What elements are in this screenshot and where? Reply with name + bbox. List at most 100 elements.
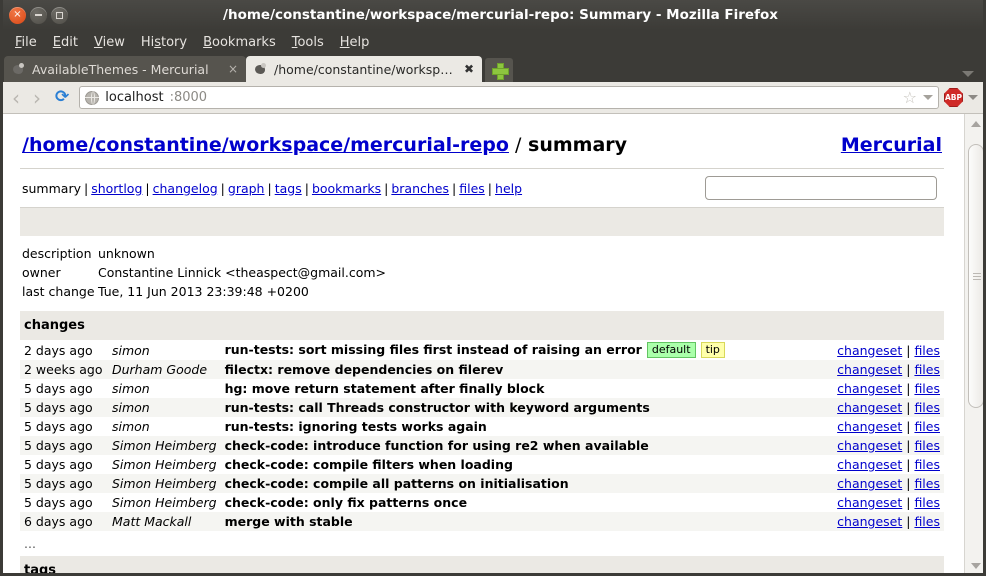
- table-row: 6 days ago Matt Mackall merge with stable c…: [20, 512, 944, 531]
- changeset-link[interactable]: changeset: [837, 419, 902, 434]
- window-minimize-button[interactable]: [30, 6, 47, 24]
- browser-tab-1[interactable]: /home/constantine/worksp… ✖: [246, 56, 482, 82]
- change-age: 5 days ago: [24, 438, 93, 453]
- meta-value: Constantine Linnick <theaspect@gmail.com…: [98, 265, 387, 280]
- changeset-link[interactable]: changeset: [837, 343, 902, 358]
- changeset-link[interactable]: changeset: [837, 381, 902, 396]
- nav-item-branches[interactable]: branches: [391, 181, 449, 196]
- table-row: 5 days ago simon hg: move return statement…: [20, 379, 944, 398]
- change-links: changeset | files: [833, 417, 944, 436]
- nav-sep: |: [83, 180, 89, 196]
- change-age: 5 days ago: [24, 419, 93, 434]
- back-button[interactable]: ‹: [8, 88, 24, 108]
- nav-item-help[interactable]: help: [495, 181, 522, 196]
- scroll-down-button[interactable]: [967, 558, 985, 574]
- window-left-edge: [0, 0, 3, 576]
- menu-view[interactable]: View: [86, 33, 133, 52]
- tab-list-chevron-down-icon[interactable]: [962, 71, 974, 77]
- change-author: Matt Mackall: [112, 514, 192, 529]
- change-description: run-tests: call Threads constructor with…: [224, 400, 650, 415]
- menu-bookmarks[interactable]: Bookmarks: [195, 33, 284, 52]
- nav-item-files[interactable]: files: [459, 181, 485, 196]
- files-link[interactable]: files: [914, 343, 940, 358]
- window-maximize-button[interactable]: [51, 6, 68, 24]
- hg-nav-row: summary | shortlog | changelog | graph | tags | bo…: [20, 168, 944, 208]
- files-link[interactable]: files: [914, 438, 940, 453]
- new-tab-button[interactable]: [485, 58, 513, 82]
- link-separator: |: [902, 342, 915, 358]
- link-separator: |: [902, 438, 915, 453]
- window-close-button[interactable]: ×: [9, 6, 26, 24]
- tag-badge: tip: [700, 342, 725, 358]
- change-links: changeset | files: [833, 360, 944, 379]
- meta-key: last change: [22, 284, 95, 299]
- change-author: Durham Goode: [112, 362, 208, 377]
- nav-item-summary: summary: [22, 180, 81, 196]
- bookmark-star-icon[interactable]: ☆: [903, 89, 917, 106]
- menu-file[interactable]: File: [7, 33, 45, 52]
- scroll-up-button[interactable]: [967, 116, 985, 132]
- nav-item-changelog[interactable]: changelog: [153, 181, 218, 196]
- tab-close-icon[interactable]: ✖: [464, 63, 474, 75]
- change-age: 5 days ago: [24, 381, 93, 396]
- toolbar-overflow-chevron-down-icon[interactable]: [968, 95, 978, 100]
- globe-icon: [85, 90, 100, 105]
- files-link[interactable]: files: [914, 381, 940, 396]
- table-row: 5 days ago simon run-tests: call Threads c…: [20, 398, 944, 417]
- change-links: changeset | files: [833, 398, 944, 417]
- adblock-plus-icon[interactable]: ABP: [944, 88, 963, 107]
- header-band: [20, 208, 944, 236]
- files-link[interactable]: files: [914, 457, 940, 472]
- table-row: 5 days ago Simon Heimberg check-code: only…: [20, 493, 944, 512]
- nav-item-graph[interactable]: graph: [228, 181, 265, 196]
- triangle-up-icon: [970, 121, 981, 127]
- nav-sep: |: [267, 180, 272, 196]
- tab-close-icon[interactable]: ×: [228, 63, 238, 75]
- nav-item-tags[interactable]: tags: [275, 181, 302, 196]
- change-age: 6 days ago: [24, 514, 93, 529]
- menu-history[interactable]: History: [133, 33, 195, 52]
- window-title: /home/constantine/workspace/mercurial-re…: [0, 7, 986, 23]
- browser-tab-0[interactable]: AvailableThemes - Mercurial ×: [4, 56, 246, 82]
- menu-tools[interactable]: Tools: [284, 33, 332, 52]
- files-link[interactable]: files: [914, 362, 940, 377]
- changeset-link[interactable]: changeset: [837, 457, 902, 472]
- files-link[interactable]: files: [914, 514, 940, 529]
- tab-label: /home/constantine/worksp…: [274, 61, 453, 77]
- scrollbar-thumb[interactable]: [967, 144, 984, 408]
- menu-help[interactable]: Help: [332, 33, 378, 52]
- meta-key: owner: [22, 265, 61, 280]
- files-link[interactable]: files: [914, 400, 940, 415]
- forward-button[interactable]: ›: [29, 88, 45, 108]
- menu-bar: File Edit View History Bookmarks Tools H…: [0, 30, 986, 54]
- scrollbar-track[interactable]: [967, 132, 985, 558]
- change-author: simon: [112, 381, 150, 396]
- changeset-link[interactable]: changeset: [837, 438, 902, 453]
- changeset-link[interactable]: changeset: [837, 362, 902, 377]
- changeset-link[interactable]: changeset: [837, 476, 902, 491]
- window-title-text: /home/constantine/workspace/mercurial-re…: [223, 7, 778, 23]
- more-changes-row: ...: [20, 531, 944, 556]
- menu-edit[interactable]: Edit: [45, 33, 86, 52]
- urlbar-chevron-down-icon[interactable]: [923, 95, 933, 100]
- url-port-text: :8000: [169, 90, 208, 105]
- changeset-link[interactable]: changeset: [837, 495, 902, 510]
- files-link[interactable]: files: [914, 495, 940, 510]
- url-bar[interactable]: localhost:8000 ☆: [79, 86, 939, 109]
- change-links: changeset | files: [833, 512, 944, 531]
- branch-badge: default: [646, 342, 696, 358]
- mercurial-brand-link[interactable]: Mercurial: [841, 134, 942, 156]
- changeset-link[interactable]: changeset: [837, 400, 902, 415]
- nav-item-bookmarks[interactable]: bookmarks: [312, 181, 381, 196]
- link-separator: |: [902, 495, 915, 510]
- nav-item-shortlog[interactable]: shortlog: [91, 181, 142, 196]
- change-author: Simon Heimberg: [112, 438, 217, 453]
- changeset-link[interactable]: changeset: [837, 514, 902, 529]
- repo-path-link[interactable]: /home/constantine/workspace/mercurial-re…: [22, 134, 509, 156]
- files-link[interactable]: files: [914, 419, 940, 434]
- reload-button[interactable]: ⟳: [50, 89, 74, 106]
- search-input[interactable]: [705, 176, 937, 200]
- files-link[interactable]: files: [914, 476, 940, 491]
- link-separator: |: [902, 362, 915, 377]
- browser-window: × /home/constantine/workspace/mercurial-…: [0, 0, 986, 576]
